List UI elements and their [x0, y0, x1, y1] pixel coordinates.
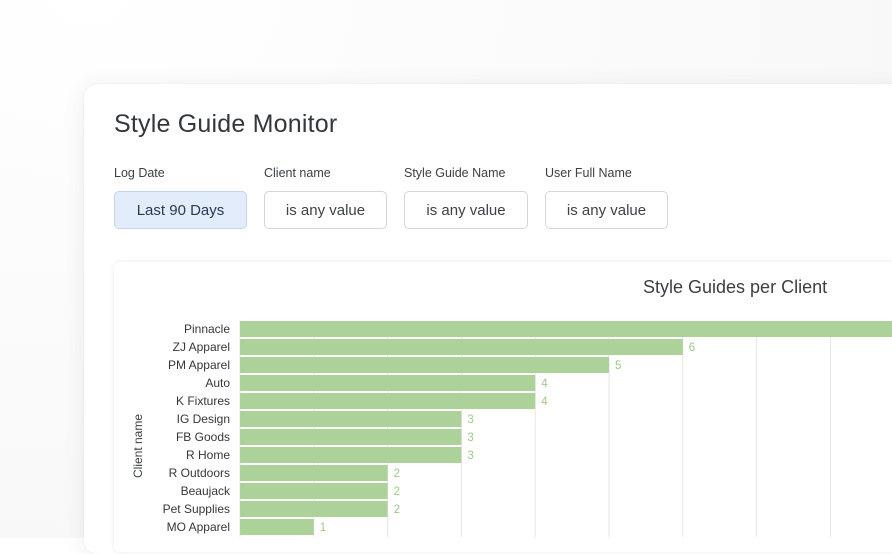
category-label: FB Goods [176, 430, 230, 444]
category-label: MO Apparel [167, 520, 230, 534]
bar-chart: Pinnacle ZJ Apparel 6 PM Apparel 5 Auto 4 K Fix… [163, 321, 892, 537]
bar[interactable] [240, 393, 536, 409]
category-label: ZJ Apparel [173, 340, 230, 354]
category-label: IG Design [177, 412, 230, 426]
bar[interactable] [240, 465, 388, 481]
data-label: 3 [467, 432, 473, 444]
data-label: 2 [394, 486, 400, 498]
bar[interactable] [240, 483, 388, 499]
data-label: 3 [467, 450, 473, 462]
category-label: Beaujack [181, 484, 231, 498]
bar[interactable] [240, 447, 462, 463]
data-label: 6 [689, 342, 695, 354]
bars: Pinnacle ZJ Apparel 6 PM Apparel 5 Auto 4 K Fix… [163, 321, 892, 535]
bar[interactable] [240, 429, 462, 445]
data-label: 4 [541, 378, 548, 390]
bar[interactable] [240, 339, 683, 355]
category-label: PM Apparel [168, 358, 230, 372]
bar[interactable] [240, 519, 314, 535]
category-label: Pinnacle [184, 322, 230, 336]
data-label: 1 [320, 522, 326, 534]
data-label: 3 [467, 414, 473, 426]
bar[interactable] [240, 321, 892, 337]
data-label: 4 [541, 396, 548, 408]
bar[interactable] [240, 375, 536, 391]
bar[interactable] [240, 411, 462, 427]
data-label: 2 [394, 504, 400, 516]
bar[interactable] [240, 501, 388, 517]
data-label: 5 [615, 360, 621, 372]
category-label: Auto [205, 376, 230, 390]
category-label: Pet Supplies [163, 502, 230, 516]
category-label: R Outdoors [169, 466, 230, 480]
category-label: K Fixtures [176, 394, 230, 408]
category-label: R Home [186, 448, 230, 462]
bar[interactable] [240, 357, 609, 373]
data-label: 2 [394, 468, 400, 480]
